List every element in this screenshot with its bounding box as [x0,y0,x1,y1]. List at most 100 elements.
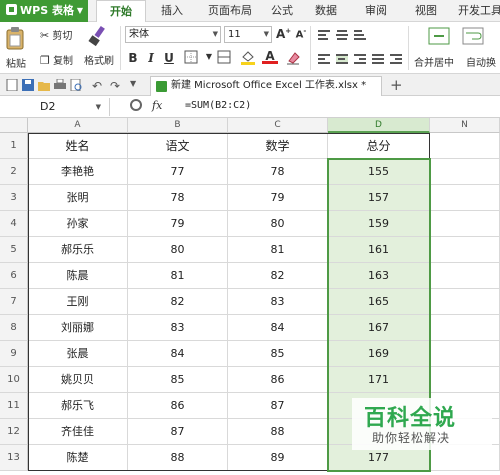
row-header[interactable]: 13 [0,445,28,471]
borders-icon[interactable] [182,50,200,67]
format-painter-button[interactable] [88,25,112,49]
auto-wrap-label[interactable]: 自动换 [466,54,496,69]
decrease-font-icon[interactable]: A- [294,27,308,40]
font-size-select[interactable]: 11 ▼ [224,26,272,43]
print-icon[interactable] [54,78,66,91]
align-bottom-icon[interactable] [354,30,366,40]
chevron-down-icon[interactable]: ▼ [202,52,216,61]
empty-cell[interactable] [430,341,500,367]
table-cell[interactable]: 81 [228,237,328,263]
row-header[interactable]: 6 [0,263,28,289]
table-cell[interactable]: 81 [128,263,228,289]
new-tab-icon[interactable]: + [390,76,403,94]
tab-developer[interactable]: 开发工具 [452,0,500,22]
zoom-icon[interactable] [130,99,142,111]
tab-review[interactable]: 审阅 [356,0,396,22]
table-cell[interactable]: 郝乐乐 [28,237,128,263]
align-center-icon[interactable] [336,54,348,64]
table-cell[interactable]: 169 [328,341,430,367]
row-header[interactable]: 5 [0,237,28,263]
redo-icon[interactable]: ↷ [110,79,122,93]
table-cell[interactable]: 88 [228,419,328,445]
paste-label[interactable]: 粘贴 [6,55,26,70]
row-header[interactable]: 3 [0,185,28,211]
quick-access-dropdown-icon[interactable]: ▼ [130,79,142,91]
header-cell[interactable]: 数学 [228,133,328,159]
align-right-icon[interactable] [354,54,366,64]
column-header-n[interactable]: N [430,118,500,133]
table-cell[interactable]: 姚贝贝 [28,367,128,393]
table-cell[interactable]: 159 [328,211,430,237]
table-cell[interactable]: 87 [128,419,228,445]
new-file-icon[interactable] [6,78,18,92]
paste-button[interactable] [4,26,32,54]
table-cell[interactable]: 79 [228,185,328,211]
table-cell[interactable]: 张晨 [28,341,128,367]
column-header-b[interactable]: B [128,118,228,133]
table-cell[interactable]: 82 [128,289,228,315]
row-header[interactable]: 9 [0,341,28,367]
print-preview-icon[interactable] [70,78,82,92]
font-name-select[interactable]: 宋体 ▼ [125,26,221,43]
table-cell[interactable]: 89 [228,445,328,471]
app-menu-button[interactable]: WPS 表格 ▼ [0,0,88,22]
document-tab[interactable]: 新建 Microsoft Office Excel 工作表.xlsx * [150,76,382,96]
table-cell[interactable]: 82 [228,263,328,289]
tab-page-layout[interactable]: 页面布局 [198,0,262,22]
table-cell[interactable]: 84 [128,341,228,367]
table-cell[interactable]: 86 [128,393,228,419]
merge-cells-icon[interactable] [215,50,233,67]
column-header-c[interactable]: C [228,118,328,133]
name-box[interactable]: D2 ▼ [0,98,110,116]
row-header[interactable]: 1 [0,133,28,159]
table-cell[interactable]: 齐佳佳 [28,419,128,445]
justify-icon[interactable] [372,54,384,64]
row-header[interactable]: 10 [0,367,28,393]
select-all-corner[interactable] [0,118,28,133]
tab-data[interactable]: 数据 [306,0,346,22]
row-header[interactable]: 11 [0,393,28,419]
table-cell[interactable]: 80 [228,211,328,237]
auto-wrap-button[interactable] [462,26,484,46]
tab-view[interactable]: 视图 [406,0,446,22]
format-painter-label[interactable]: 格式刷 [84,52,114,67]
table-cell[interactable]: 83 [128,315,228,341]
empty-cell[interactable] [430,159,500,185]
merge-center-label[interactable]: 合并居中 [414,54,454,69]
increase-font-icon[interactable]: A+ [276,27,291,41]
table-cell[interactable]: 171 [328,367,430,393]
table-cell[interactable]: 84 [228,315,328,341]
row-header[interactable]: 8 [0,315,28,341]
table-cell[interactable]: 郝乐飞 [28,393,128,419]
table-cell[interactable]: 陈晨 [28,263,128,289]
table-cell[interactable]: 85 [128,367,228,393]
table-cell[interactable]: 李艳艳 [28,159,128,185]
tab-home[interactable]: 开始 [96,0,146,23]
row-header[interactable]: 12 [0,419,28,445]
table-cell[interactable]: 78 [228,159,328,185]
indent-icon[interactable] [390,54,402,64]
table-cell[interactable]: 80 [128,237,228,263]
empty-cell[interactable] [430,133,500,159]
empty-cell[interactable] [430,237,500,263]
table-cell[interactable]: 王刚 [28,289,128,315]
fill-color-icon[interactable] [240,49,256,68]
table-cell[interactable]: 161 [328,237,430,263]
table-cell[interactable]: 165 [328,289,430,315]
table-cell[interactable]: 86 [228,367,328,393]
header-cell[interactable]: 语文 [128,133,228,159]
table-cell[interactable]: 83 [228,289,328,315]
table-cell[interactable]: 167 [328,315,430,341]
empty-cell[interactable] [430,289,500,315]
clear-format-icon[interactable] [284,51,302,68]
table-cell[interactable]: 88 [128,445,228,471]
row-header[interactable]: 4 [0,211,28,237]
undo-icon[interactable]: ↶ [92,79,104,93]
header-cell[interactable]: 总分 [328,133,430,159]
formula-input[interactable]: =SUM(B2:C2) [185,100,251,111]
table-cell[interactable]: 157 [328,185,430,211]
table-cell[interactable]: 张明 [28,185,128,211]
table-cell[interactable]: 78 [128,185,228,211]
row-header[interactable]: 7 [0,289,28,315]
cut-button[interactable]: ✂ 剪切 [40,27,72,42]
